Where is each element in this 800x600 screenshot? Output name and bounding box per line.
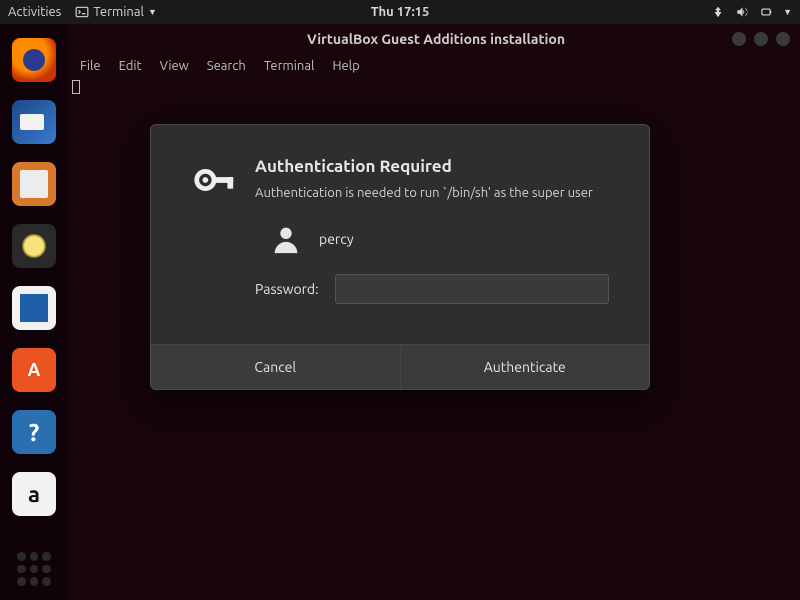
dock: ? a: [0, 24, 68, 600]
menu-terminal[interactable]: Terminal: [264, 59, 315, 73]
menu-file[interactable]: File: [80, 59, 101, 73]
polkit-auth-dialog: Authentication Required Authentication i…: [150, 124, 650, 390]
key-icon: [191, 157, 237, 304]
dock-app-files[interactable]: [12, 162, 56, 206]
window-titlebar: VirtualBox Guest Additions installation: [72, 24, 800, 54]
dock-app-ubuntu-software[interactable]: [12, 348, 56, 392]
terminal-menubar: File Edit View Search Terminal Help: [72, 54, 800, 78]
dock-app-help[interactable]: ?: [12, 410, 56, 454]
dock-app-libreoffice-writer[interactable]: [12, 286, 56, 330]
app-menu[interactable]: Terminal ▼: [75, 5, 157, 19]
gnome-topbar: Activities Terminal ▼ Thu 17:15 ▼: [0, 0, 800, 24]
clock[interactable]: Thu 17:15: [371, 5, 430, 19]
dock-app-thunderbird[interactable]: [12, 100, 56, 144]
authenticate-button[interactable]: Authenticate: [401, 345, 650, 389]
dock-app-rhythmbox[interactable]: [12, 224, 56, 268]
window-close-button[interactable]: [776, 32, 790, 46]
terminal-icon: [75, 5, 89, 19]
system-status-area[interactable]: ▼: [711, 5, 792, 19]
menu-view[interactable]: View: [160, 59, 189, 73]
window-minimize-button[interactable]: [732, 32, 746, 46]
user-row: percy: [269, 222, 609, 256]
menu-search[interactable]: Search: [207, 59, 246, 73]
window-title: VirtualBox Guest Additions installation: [307, 31, 565, 47]
password-label: Password:: [255, 281, 319, 297]
terminal-cursor: [72, 80, 80, 94]
cancel-button[interactable]: Cancel: [151, 345, 401, 389]
chevron-down-icon: ▼: [783, 7, 792, 17]
activities-button[interactable]: Activities: [8, 5, 61, 19]
dock-app-firefox[interactable]: [12, 38, 56, 82]
network-icon: [711, 5, 725, 19]
dialog-message: Authentication is needed to run `/bin/sh…: [255, 184, 595, 202]
volume-icon: [735, 5, 749, 19]
dock-app-amazon[interactable]: a: [12, 472, 56, 516]
user-icon: [269, 222, 303, 256]
password-input[interactable]: [335, 274, 609, 304]
menu-edit[interactable]: Edit: [119, 59, 142, 73]
battery-icon: [759, 5, 773, 19]
chevron-down-icon: ▼: [148, 7, 157, 17]
menu-help[interactable]: Help: [332, 59, 359, 73]
dialog-title: Authentication Required: [255, 157, 609, 176]
username-label: percy: [319, 231, 354, 247]
window-maximize-button[interactable]: [754, 32, 768, 46]
show-applications-button[interactable]: [17, 552, 51, 586]
